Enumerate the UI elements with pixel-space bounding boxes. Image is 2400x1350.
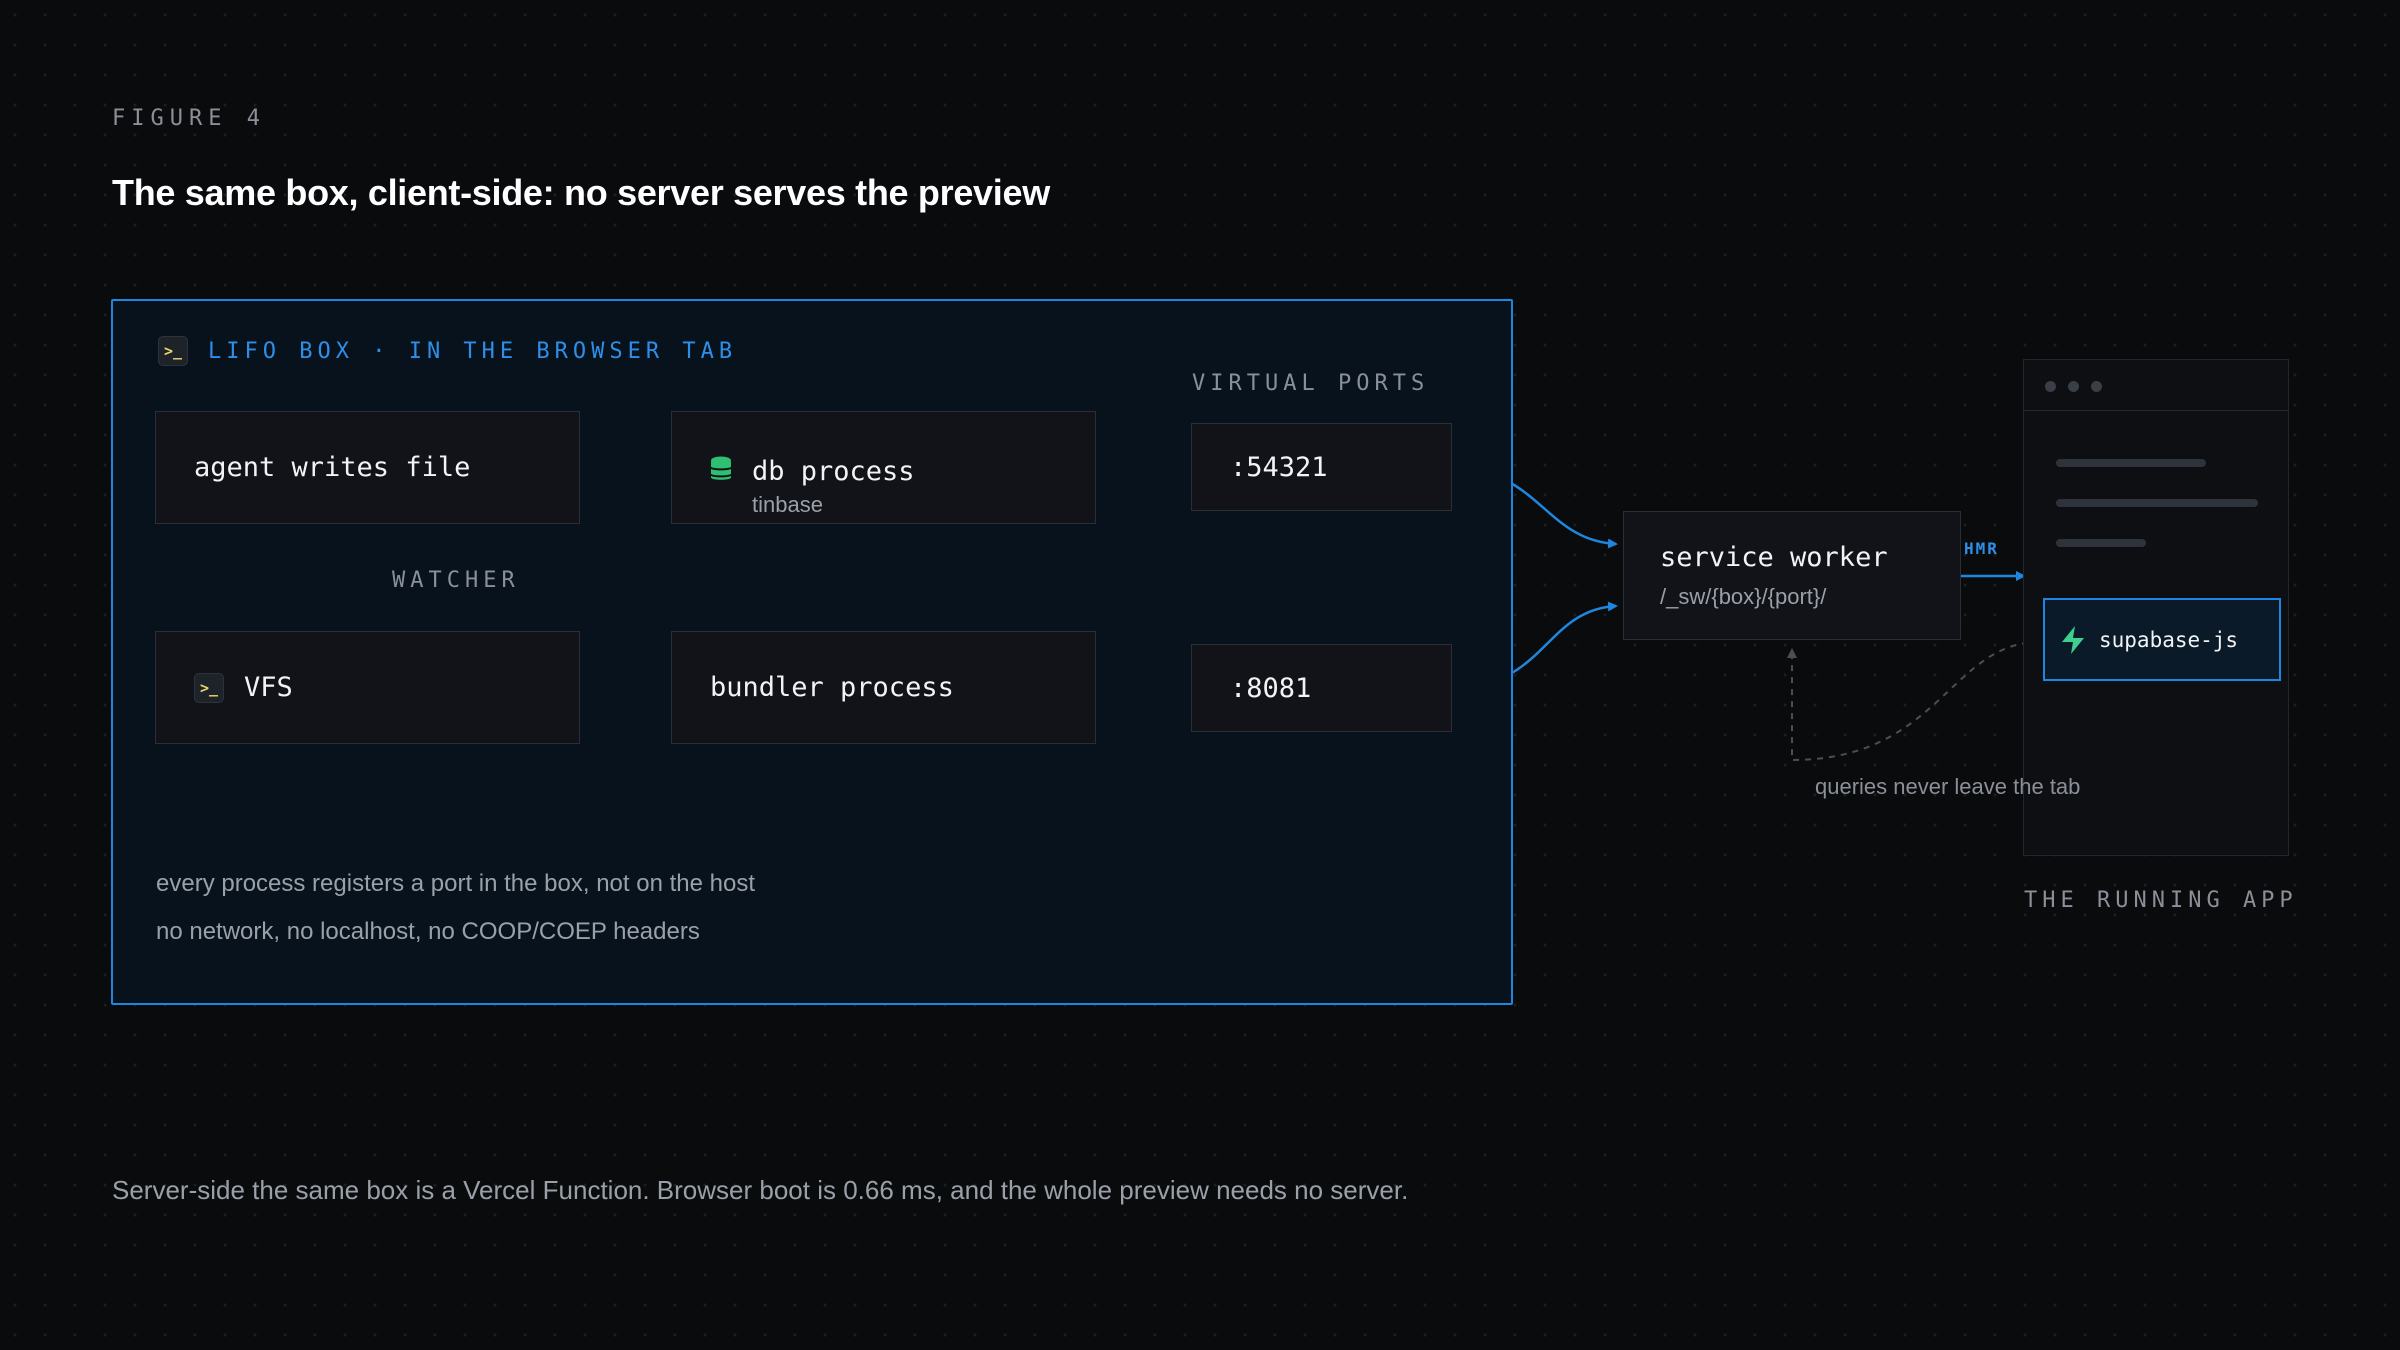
agent-writes-file-label: agent writes file bbox=[194, 452, 471, 483]
skeleton-line bbox=[2056, 499, 2258, 507]
box-note-2: no network, no localhost, no COOP/COEP h… bbox=[156, 918, 700, 945]
vfs-node: >_ VFS bbox=[155, 631, 580, 744]
terminal-icon: >_ bbox=[194, 672, 224, 703]
port-8081-node: :8081 bbox=[1191, 644, 1452, 732]
port-54321-node: :54321 bbox=[1191, 423, 1452, 511]
queries-note: queries never leave the tab bbox=[1815, 774, 2081, 799]
database-icon bbox=[711, 456, 731, 480]
lifo-box-terminal-icon: >_ bbox=[158, 336, 188, 366]
watcher-label: WATCHER bbox=[392, 568, 520, 593]
port-8081-label: :8081 bbox=[1230, 672, 1312, 704]
agent-writes-file-node: agent writes file bbox=[155, 411, 580, 524]
port-54321-label: :54321 bbox=[1230, 451, 1328, 483]
browser-title-bar bbox=[2024, 360, 2288, 411]
db-process-node: db process tinbase bbox=[671, 411, 1096, 524]
hmr-label: HMR bbox=[1964, 539, 1999, 558]
supabase-bolt-icon bbox=[2062, 625, 2084, 654]
arrow-queries-dashed bbox=[1787, 641, 2041, 762]
service-worker-path: /_sw/{box}/{port}/ bbox=[1660, 584, 1827, 609]
running-app-caption: THE RUNNING APP bbox=[2024, 888, 2298, 913]
service-worker-label: service worker bbox=[1660, 542, 1888, 573]
service-worker-node: service worker /_sw/{box}/{port}/ bbox=[1623, 511, 1961, 640]
bundler-process-label: bundler process bbox=[710, 672, 954, 703]
vfs-label: VFS bbox=[244, 672, 293, 703]
skeleton-line bbox=[2056, 459, 2206, 467]
db-process-label: db process bbox=[752, 456, 915, 487]
bundler-process-node: bundler process bbox=[671, 631, 1096, 744]
db-process-sublabel: tinbase bbox=[752, 492, 823, 517]
lifo-box-label: LIFO BOX · IN THE BROWSER TAB bbox=[208, 339, 738, 364]
window-dot-icon bbox=[2091, 381, 2102, 392]
supabase-js-node: supabase-js bbox=[2043, 598, 2281, 681]
box-note-1: every process registers a port in the bo… bbox=[156, 870, 755, 897]
skeleton-line bbox=[2056, 539, 2146, 547]
figure-footer-caption: Server-side the same box is a Vercel Fun… bbox=[112, 1175, 1409, 1205]
supabase-js-label: supabase-js bbox=[2099, 627, 2239, 652]
virtual-ports-label: VIRTUAL PORTS bbox=[1192, 371, 1430, 396]
window-dot-icon bbox=[2068, 381, 2079, 392]
window-dot-icon bbox=[2045, 381, 2056, 392]
